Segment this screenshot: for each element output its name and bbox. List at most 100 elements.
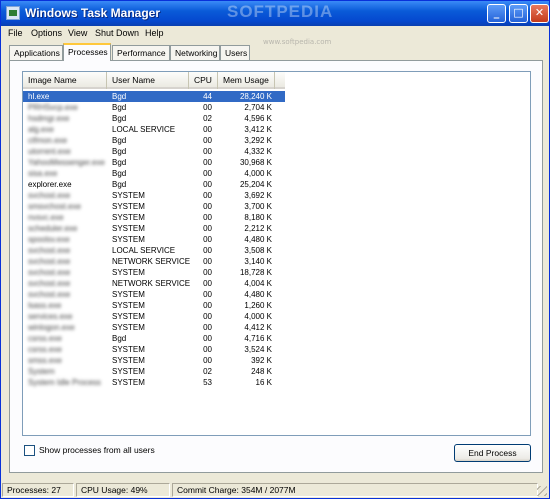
process-cpu: 02 [203,367,212,376]
menu-options[interactable]: Options [31,28,62,38]
menu-help[interactable]: Help [145,28,164,38]
table-row[interactable]: winlogon.exe SYSTEM 00 4,412 K [23,322,285,333]
table-row[interactable]: PRHSvcp.exe Bgd 00 2,704 K [23,102,285,113]
table-row[interactable]: services.exe SYSTEM 00 4,000 K [23,311,285,322]
process-user-name: Bgd [112,334,127,343]
column-user-name[interactable]: User Name [107,72,189,89]
process-image-name: svchost.exe [28,246,71,255]
column-cpu[interactable]: CPU [189,72,218,89]
table-row[interactable]: hsdmgr.exe Bgd 02 4,596 K [23,113,285,124]
process-user-name: SYSTEM [112,323,145,332]
menu-file[interactable]: File [8,28,23,38]
table-row[interactable]: smss.exe SYSTEM 00 392 K [23,355,285,366]
table-row[interactable]: svchost.exe NETWORK SERVICE 00 4,004 K [23,278,285,289]
table-row[interactable]: smsvchost.exe SYSTEM 00 3,700 K [23,201,285,212]
table-row[interactable]: sisa.exe Bgd 00 4,000 K [23,168,285,179]
maximize-button[interactable]: □ [509,4,528,23]
column-image-name[interactable]: Image Name [23,72,107,89]
process-cpu: 00 [203,125,212,134]
status-processes: Processes: 27 [2,483,74,497]
menu-view[interactable]: View [68,28,87,38]
tab-users[interactable]: Users [220,45,250,60]
process-mem-usage: 1,260 K [244,301,272,310]
process-user-name: SYSTEM [112,378,145,387]
column-mem-usage[interactable]: Mem Usage [218,72,275,89]
process-image-name: lsass.exe [28,301,62,310]
table-row[interactable]: explorer.exe Bgd 00 25,204 K [23,179,285,190]
tab-processes[interactable]: Processes [63,43,111,61]
process-image-name: smsvchost.exe [28,202,81,211]
menu-shut-down[interactable]: Shut Down [95,28,139,38]
process-mem-usage: 3,508 K [244,246,272,255]
process-mem-usage: 3,524 K [244,345,272,354]
tab-networking[interactable]: Networking [170,45,220,60]
process-image-name: utorrent.exe [28,147,71,156]
table-row[interactable]: System SYSTEM 02 248 K [23,366,285,377]
table-row[interactable]: System Idle Process SYSTEM 53 16 K [23,377,285,388]
process-user-name: SYSTEM [112,356,145,365]
show-all-users-checkbox[interactable] [24,445,35,456]
process-user-name: Bgd [112,158,127,167]
list-header: Image Name User Name CPU Mem Usage [23,72,285,89]
process-cpu: 00 [203,345,212,354]
process-image-name: System Idle Process [28,378,101,387]
process-cpu: 53 [203,378,212,387]
table-row[interactable]: nvsvc.exe SYSTEM 00 8,180 K [23,212,285,223]
process-cpu: 00 [203,224,212,233]
process-image-name: nvsvc.exe [28,213,64,222]
process-mem-usage: 4,716 K [244,334,272,343]
process-image-name: hl.exe [28,92,50,101]
process-mem-usage: 8,180 K [244,213,272,222]
table-row[interactable]: csrss.exe SYSTEM 00 3,524 K [23,344,285,355]
table-row[interactable]: svchost.exe SYSTEM 00 4,480 K [23,289,285,300]
tab-performance[interactable]: Performance [112,45,170,60]
table-row[interactable]: svchost.exe SYSTEM 00 3,692 K [23,190,285,201]
minimize-button[interactable]: _ [487,4,506,23]
process-user-name: Bgd [112,147,127,156]
table-row[interactable]: scheduler.exe SYSTEM 00 2,212 K [23,223,285,234]
process-mem-usage: 3,292 K [244,136,272,145]
process-mem-usage: 3,140 K [244,257,272,266]
process-mem-usage: 16 K [255,378,272,387]
status-commit-charge: Commit Charge: 354M / 2077M [172,483,538,497]
process-user-name: Bgd [112,92,127,101]
process-image-name: explorer.exe [28,180,72,189]
process-mem-usage: 3,412 K [244,125,272,134]
process-cpu: 00 [203,290,212,299]
process-cpu: 00 [203,136,212,145]
maximize-icon: □ [513,6,524,19]
table-row[interactable]: hl.exe Bgd 44 28,240 K [23,91,285,102]
process-mem-usage: 4,480 K [244,290,272,299]
process-cpu: 00 [203,268,212,277]
table-row[interactable]: svchost.exe SYSTEM 00 18,728 K [23,267,285,278]
table-row[interactable]: YahooMessenger.exe Bgd 00 30,968 K [23,157,285,168]
window-title: Windows Task Manager [25,6,161,20]
process-mem-usage: 4,480 K [244,235,272,244]
process-user-name: SYSTEM [112,235,145,244]
process-cpu: 00 [203,180,212,189]
show-all-users-label: Show processes from all users [39,445,155,455]
close-button[interactable]: ✕ [530,4,549,23]
process-user-name: SYSTEM [112,191,145,200]
table-row[interactable]: svchost.exe NETWORK SERVICE 00 3,140 K [23,256,285,267]
end-process-button[interactable]: End Process [454,444,531,462]
process-mem-usage: 4,000 K [244,169,272,178]
process-image-name: YahooMessenger.exe [28,158,105,167]
title-bar[interactable]: Windows Task Manager SOFTPEDIA _ □ ✕ [1,1,549,26]
table-row[interactable]: csrss.exe Bgd 00 4,716 K [23,333,285,344]
process-user-name: Bgd [112,180,127,189]
table-row[interactable]: ctfmon.exe Bgd 00 3,292 K [23,135,285,146]
process-mem-usage: 392 K [251,356,272,365]
process-mem-usage: 4,412 K [244,323,272,332]
close-icon: ✕ [534,6,545,19]
table-row[interactable]: svchost.exe LOCAL SERVICE 00 3,508 K [23,245,285,256]
table-row[interactable]: spoolsv.exe SYSTEM 00 4,480 K [23,234,285,245]
table-row[interactable]: alg.exe LOCAL SERVICE 00 3,412 K [23,124,285,135]
process-list[interactable]: Image Name User Name CPU Mem Usage hl.ex… [22,71,531,436]
process-mem-usage: 2,212 K [244,224,272,233]
process-cpu: 00 [203,158,212,167]
tab-applications[interactable]: Applications [9,45,63,60]
table-row[interactable]: utorrent.exe Bgd 00 4,332 K [23,146,285,157]
resize-grip-icon[interactable] [537,486,547,496]
table-row[interactable]: lsass.exe SYSTEM 00 1,260 K [23,300,285,311]
